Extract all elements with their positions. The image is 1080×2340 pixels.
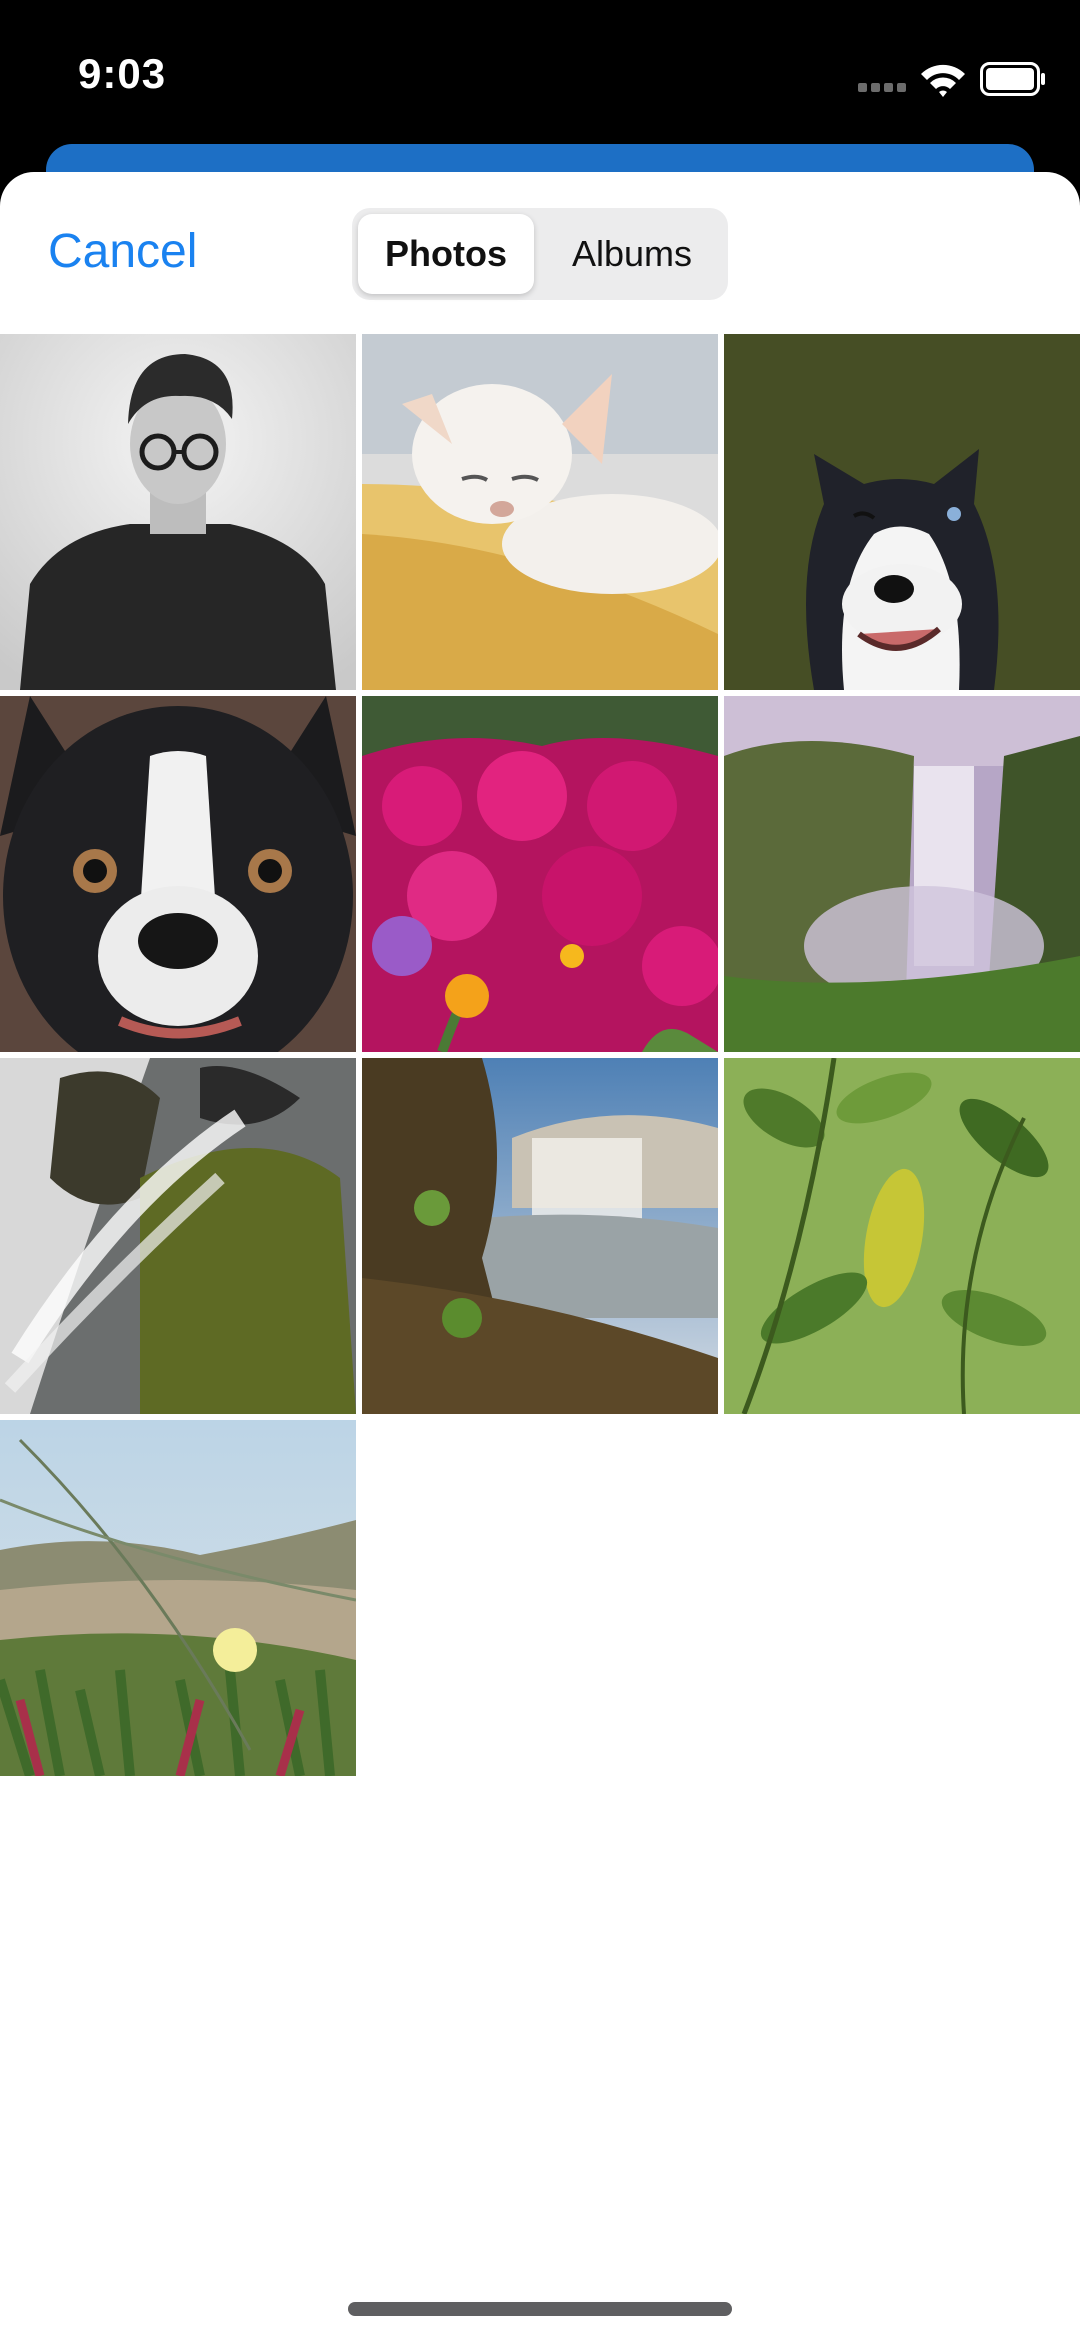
tab-albums[interactable]: Albums xyxy=(542,214,722,294)
photo-thumbnail[interactable] xyxy=(362,1058,718,1414)
photo-thumbnail[interactable] xyxy=(362,696,718,1052)
status-time: 9:03 xyxy=(78,50,167,97)
wifi-icon xyxy=(918,60,968,100)
cancel-button[interactable]: Cancel xyxy=(48,224,197,279)
photo-thumbnail[interactable] xyxy=(362,334,718,690)
photo-thumbnail[interactable] xyxy=(0,334,356,690)
home-indicator[interactable] xyxy=(348,2302,732,2316)
status-bar: 9:03 xyxy=(0,0,1080,150)
segmented-control: Photos Albums xyxy=(352,208,728,300)
photo-thumbnail[interactable] xyxy=(0,696,356,1052)
tab-photos[interactable]: Photos xyxy=(358,214,534,294)
photo-picker-sheet: Cancel Photos Albums xyxy=(0,172,1080,2340)
battery-icon xyxy=(980,62,1046,96)
signal-icon xyxy=(858,83,908,95)
photo-thumbnail[interactable] xyxy=(724,334,1080,690)
photo-thumbnail[interactable] xyxy=(724,696,1080,1052)
photo-thumbnail[interactable] xyxy=(0,1058,356,1414)
photo-thumbnail[interactable] xyxy=(0,1420,356,1776)
photo-thumbnail[interactable] xyxy=(724,1058,1080,1414)
